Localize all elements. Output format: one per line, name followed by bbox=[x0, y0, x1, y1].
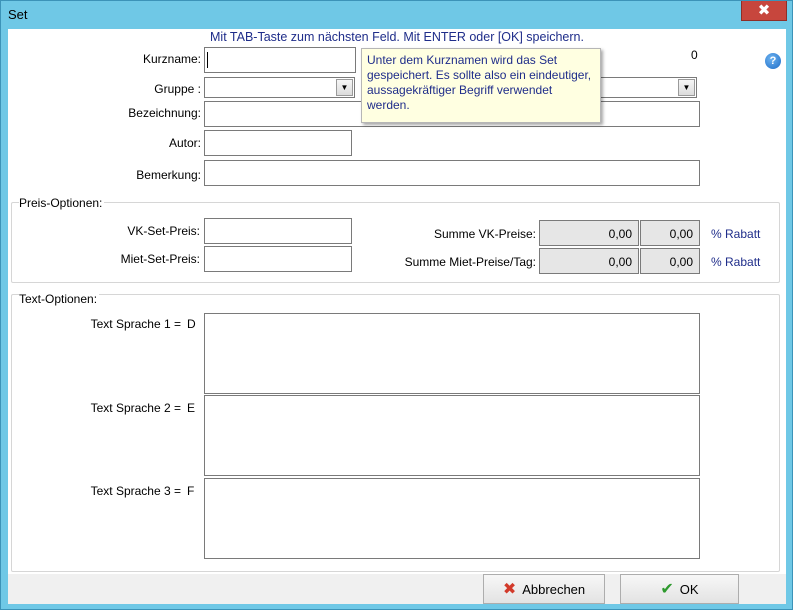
summe-vk-label: Summe VK-Preise: bbox=[433, 227, 536, 241]
text-cursor bbox=[207, 52, 208, 68]
summe-miet-label: Summe Miet-Preise/Tag: bbox=[404, 255, 536, 269]
vk-set-preis-label: VK-Set-Preis: bbox=[127, 224, 200, 238]
text-sprache-2-textarea[interactable] bbox=[204, 395, 700, 476]
text-sprache-1-code: D bbox=[187, 317, 196, 331]
chevron-down-icon[interactable]: ▼ bbox=[336, 79, 353, 96]
gruppe-sub-select[interactable]: ▼ bbox=[598, 77, 697, 98]
kurzname-tooltip: Unter dem Kurznamen wird das Set gespeic… bbox=[361, 48, 601, 123]
autor-input[interactable] bbox=[204, 130, 352, 156]
set-counter: 0 bbox=[691, 48, 698, 62]
summe-vk-amount: 0,00 bbox=[608, 227, 632, 241]
text-sprache-1-textarea[interactable] bbox=[204, 313, 700, 394]
abbrechen-button[interactable]: ✖ Abbrechen bbox=[483, 574, 605, 604]
miet-set-preis-input[interactable] bbox=[204, 246, 352, 272]
help-icon[interactable]: ? bbox=[765, 53, 781, 69]
autor-label: Autor: bbox=[168, 136, 201, 150]
chevron-down-icon[interactable]: ▼ bbox=[678, 79, 695, 96]
kurzname-label: Kurzname: bbox=[142, 52, 201, 66]
bemerkung-input[interactable] bbox=[204, 160, 700, 186]
window-title: Set bbox=[8, 7, 28, 22]
text-sprache-3-label: Text Sprache 3 = bbox=[90, 484, 181, 498]
preis-optionen-title: Preis-Optionen: bbox=[19, 196, 105, 210]
vk-rabatt-label: % Rabatt bbox=[711, 227, 761, 241]
text-sprache-2-label: Text Sprache 2 = bbox=[90, 401, 181, 415]
text-sprache-1-label: Text Sprache 1 = bbox=[90, 317, 181, 331]
cancel-x-icon: ✖ bbox=[502, 581, 517, 598]
checkmark-icon: ✔ bbox=[660, 581, 674, 598]
summe-miet-value: 0,00 bbox=[539, 248, 639, 274]
vk-set-preis-input[interactable] bbox=[204, 218, 352, 244]
set-dialog: Set ✖ Mit TAB-Taste zum nächsten Feld. M… bbox=[0, 0, 793, 610]
text-sprache-2-code: E bbox=[187, 401, 196, 415]
summe-vk-rabatt-value: 0,00 bbox=[640, 220, 700, 246]
dialog-body: Mit TAB-Taste zum nächsten Feld. Mit ENT… bbox=[8, 29, 786, 604]
gruppe-label: Gruppe : bbox=[154, 82, 201, 96]
gruppe-select[interactable]: ▼ bbox=[204, 77, 355, 98]
abbrechen-label: Abbrechen bbox=[522, 581, 586, 597]
text-sprache-3-textarea[interactable] bbox=[204, 478, 700, 559]
button-bar: ✖ Abbrechen ✔ OK bbox=[8, 574, 786, 604]
ok-label: OK bbox=[679, 581, 699, 597]
title-bar: Set ✖ bbox=[1, 1, 792, 29]
text-sprache-3-code: F bbox=[187, 484, 195, 498]
text-optionen-title: Text-Optionen: bbox=[19, 292, 100, 306]
summe-miet-rabatt-amount: 0,00 bbox=[669, 255, 693, 269]
summe-vk-rabatt-amount: 0,00 bbox=[669, 227, 693, 241]
summe-vk-value: 0,00 bbox=[539, 220, 639, 246]
miet-rabatt-label: % Rabatt bbox=[711, 255, 761, 269]
miet-set-preis-label: Miet-Set-Preis: bbox=[120, 252, 200, 266]
kurzname-input[interactable] bbox=[204, 47, 356, 73]
close-button[interactable]: ✖ bbox=[741, 1, 787, 21]
bezeichnung-label: Bezeichnung: bbox=[128, 106, 201, 120]
bemerkung-label: Bemerkung: bbox=[136, 168, 201, 182]
summe-miet-amount: 0,00 bbox=[608, 255, 632, 269]
hint-text: Mit TAB-Taste zum nächsten Feld. Mit ENT… bbox=[210, 30, 584, 44]
ok-button[interactable]: ✔ OK bbox=[620, 574, 739, 604]
summe-miet-rabatt-value: 0,00 bbox=[640, 248, 700, 274]
